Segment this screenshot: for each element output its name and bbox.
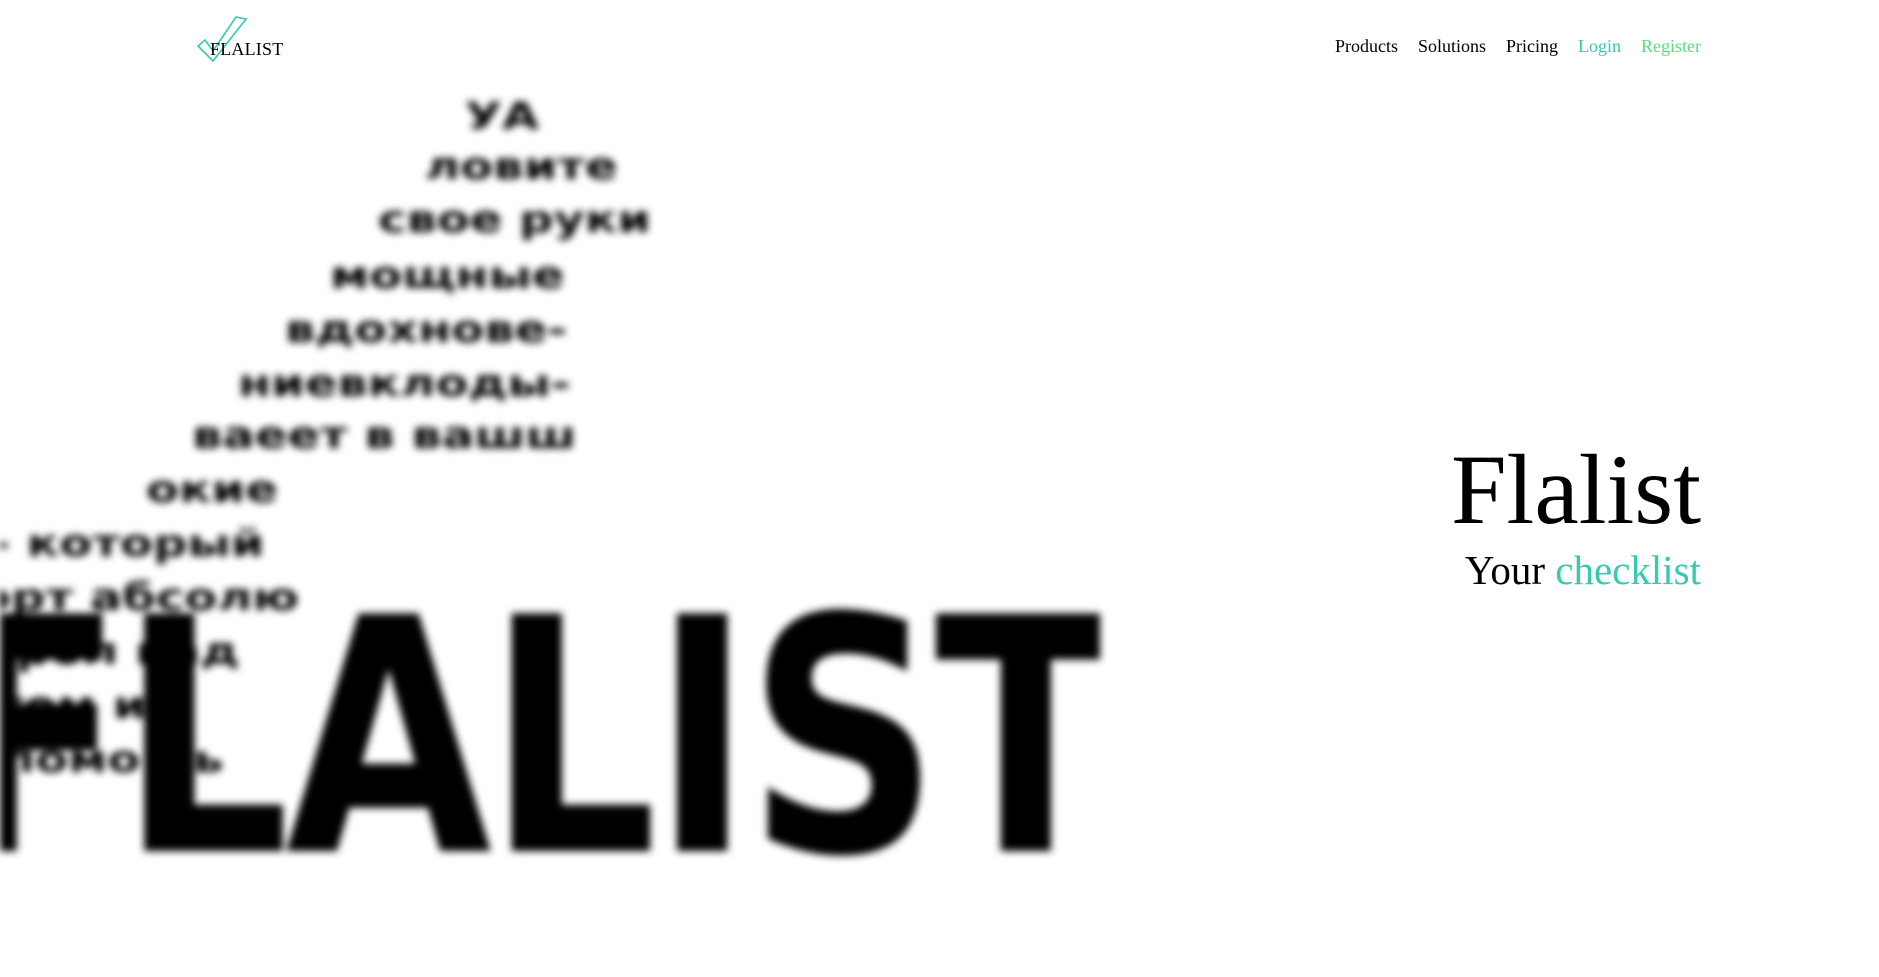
nav-solutions-link[interactable]: Solutions (1418, 34, 1486, 58)
bg-text-line: УА (465, 95, 540, 139)
hero-subtitle-prefix: Your (1464, 547, 1546, 593)
bg-text-line: окие (146, 467, 278, 512)
site-header: FLALIST Products Solutions Pricing Login… (0, 0, 1879, 95)
landing-page: УА ловите свое руки мощные вдохнове- ние… (0, 0, 1879, 977)
bg-text-line: свое руки (378, 197, 651, 242)
bg-big-wordmark: FLALIST (0, 548, 1100, 928)
logo-text: FLALIST (210, 39, 284, 59)
bg-text-line: орт абсолю (0, 575, 300, 620)
bg-text-line: помощь (2, 737, 224, 782)
bg-text-line: ловите (425, 144, 618, 189)
nav-products-link[interactable]: Products (1335, 34, 1398, 58)
bg-text-line: вдохнове- (285, 307, 568, 352)
hero-subtitle-accent: checklist (1555, 547, 1701, 593)
nav-register-link[interactable]: Register (1641, 34, 1701, 58)
hero-title: Flalist (1450, 434, 1701, 545)
bg-text-line: ниевклоды- (238, 361, 571, 406)
hero-subtitle: Your checklist (1451, 550, 1701, 591)
bg-text-line: трол над (0, 629, 240, 674)
blurred-background-art: УА ловите свое руки мощные вдохнове- ние… (0, 95, 1100, 965)
hero-section: Flalist Your checklist (1451, 440, 1701, 591)
bg-text-line: том их (0, 683, 178, 728)
nav-login-link[interactable]: Login (1578, 34, 1621, 58)
bg-text-line: мощные (330, 253, 565, 298)
nav-pricing-link[interactable]: Pricing (1506, 34, 1558, 58)
bg-text-line: ваеет в вашш (192, 413, 577, 458)
logo-link[interactable]: FLALIST (196, 16, 296, 68)
bg-text-line: - который (0, 521, 265, 566)
main-nav: Products Solutions Pricing Login Registe… (1335, 34, 1701, 58)
